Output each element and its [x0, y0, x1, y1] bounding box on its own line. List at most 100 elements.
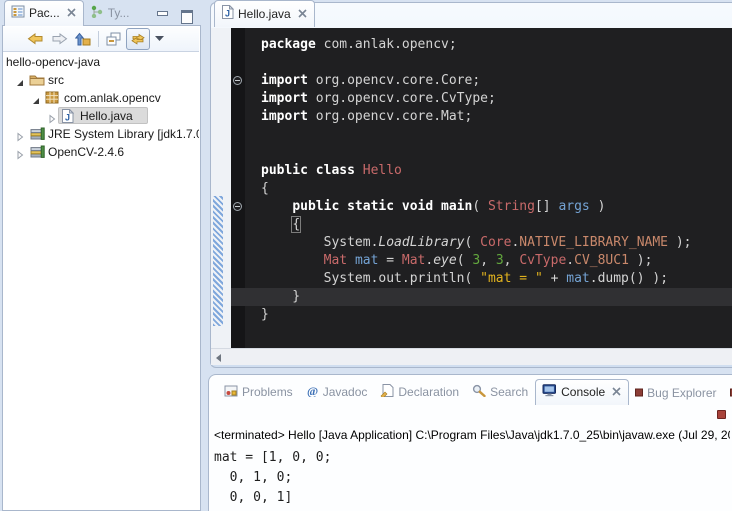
code-token: []: [535, 199, 558, 214]
console-tab-bug[interactable]: Bug: [724, 382, 732, 405]
console-tab-javadoc[interactable]: @Javadoc: [300, 380, 375, 405]
editor-horizontal-scrollbar[interactable]: [211, 348, 732, 365]
console-output-line: 0, 0, 1]: [214, 488, 730, 508]
code-area: package com.anlak.opencv; import org.open…: [245, 28, 732, 348]
scroll-left-arrow-icon[interactable]: [216, 354, 221, 362]
console-tab-declaration[interactable]: Declaration: [374, 380, 466, 405]
code-token: import: [261, 73, 308, 88]
code-line: [245, 144, 261, 162]
collapse-all-button[interactable]: [102, 28, 126, 50]
svg-text:@: @: [307, 384, 318, 397]
tab-hello-java[interactable]: J Hello.java: [214, 0, 315, 27]
code-line: {: [245, 216, 300, 234]
svg-text:J: J: [65, 113, 70, 123]
code-token: LoadLibrary: [378, 235, 464, 250]
tree-expand-arrow-icon[interactable]: [47, 111, 57, 121]
view-menu-button[interactable]: [150, 28, 170, 50]
back-button[interactable]: [23, 28, 47, 50]
console-output[interactable]: mat = [1, 0, 0; 0, 1, 0; 0, 0, 1]: [214, 448, 730, 510]
code-token: NATIVE_LIBRARY_NAME: [519, 235, 668, 250]
code-line: {: [245, 180, 269, 198]
code-editor[interactable]: package com.anlak.opencv; import org.open…: [211, 28, 732, 348]
code-token: (: [457, 253, 473, 268]
library-icon: [29, 127, 45, 141]
package-explorer-icon: [11, 5, 25, 21]
code-token: {: [292, 217, 300, 232]
close-icon[interactable]: [612, 385, 621, 399]
code-token: .: [566, 253, 574, 268]
tree-item-jre-system-library-jdk1-7-0[interactable]: JRE System Library [jdk1.7.0: [3, 125, 199, 143]
fold-collapse-icon[interactable]: [233, 202, 242, 211]
code-token: }: [261, 307, 269, 322]
code-token: args: [558, 199, 589, 214]
tree-item-com-anlak-opencv[interactable]: com.anlak.opencv: [3, 89, 199, 107]
code-token: ,: [480, 253, 496, 268]
tree-expand-arrow-icon[interactable]: [15, 129, 25, 139]
tree-item-opencv-2-4-6[interactable]: OpenCV-2.4.6: [3, 143, 199, 161]
console-tab-search[interactable]: Search: [466, 380, 535, 405]
package-icon: [45, 91, 61, 105]
tab-type-hierarchy[interactable]: Ty...: [84, 1, 137, 26]
tree-item-label: OpenCV-2.4.6: [48, 143, 124, 161]
code-token: ,: [504, 253, 520, 268]
code-token: "mat = ": [480, 271, 543, 286]
code-token: com.anlak.opencv;: [316, 37, 457, 52]
code-token: [347, 253, 355, 268]
code-token: Mat: [324, 253, 347, 268]
code-token: CvType: [519, 253, 566, 268]
code-token: import: [261, 91, 308, 106]
close-icon[interactable]: [67, 6, 76, 20]
console-status-line: <terminated> Hello [Java Application] C:…: [214, 428, 730, 444]
tree-item-src[interactable]: src: [3, 71, 199, 89]
code-token: =: [378, 253, 401, 268]
link-with-editor-button[interactable]: [126, 28, 150, 50]
tree-item-label: src: [48, 71, 64, 89]
console-tab-row: Problems @Javadoc Declaration Search Console…: [218, 378, 732, 405]
minimize-button[interactable]: [148, 8, 169, 26]
code-token: [355, 163, 363, 178]
code-line: import org.opencv.core.Core;: [245, 72, 480, 90]
code-token: org.opencv.core.Mat;: [308, 109, 472, 124]
code-token: import: [261, 109, 308, 124]
close-icon[interactable]: [298, 7, 307, 21]
console-tab-console[interactable]: Console: [535, 379, 629, 405]
tree-expand-arrow-icon[interactable]: [15, 147, 25, 157]
code-token: package: [261, 37, 316, 52]
console-icon: [542, 384, 557, 400]
code-token: }: [261, 289, 300, 304]
code-line: import org.opencv.core.Mat;: [245, 108, 472, 126]
code-token: Core: [480, 235, 511, 250]
code-line: import org.opencv.core.CvType;: [245, 90, 496, 108]
forward-button[interactable]: [47, 28, 71, 50]
code-token: 3: [472, 253, 480, 268]
code-token: +: [543, 271, 566, 286]
tree-item-hello-java[interactable]: J Hello.java: [3, 107, 199, 125]
code-line: public class Hello: [245, 162, 402, 180]
fold-collapse-icon[interactable]: [233, 76, 242, 85]
console-tab-problems[interactable]: Problems: [218, 380, 300, 405]
console-tab-label: Search: [490, 385, 528, 399]
problems-icon: [224, 384, 238, 400]
remove-launch-icon[interactable]: [717, 410, 726, 419]
console-tab-label: Problems: [242, 385, 293, 399]
tree-collapse-arrow-icon[interactable]: [15, 75, 25, 85]
code-line: public static void main( String[] args ): [245, 198, 605, 216]
tree-item-hello-opencv-java[interactable]: hello-opencv-java: [3, 53, 199, 71]
console-tab-bug-explorer[interactable]: Bug Explorer: [629, 382, 723, 405]
tab-package-explorer[interactable]: Pac...: [4, 0, 84, 26]
tree-collapse-arrow-icon[interactable]: [31, 93, 41, 103]
code-token: ): [590, 199, 606, 214]
code-line: Mat mat = Mat.eye( 3, 3, CvType.CV_8UC1 …: [245, 252, 652, 270]
console-tab-label: Declaration: [398, 385, 459, 399]
maximize-button[interactable]: [172, 8, 193, 26]
console-toolbar: [210, 406, 732, 426]
svg-text:J: J: [225, 9, 230, 19]
eclipse-workbench: { "package_explorer": { "tab_package_lab…: [0, 0, 732, 511]
code-line: }: [245, 288, 300, 306]
tree-item-label: com.anlak.opencv: [64, 89, 161, 107]
code-line: System.LoadLibrary( Core.NATIVE_LIBRARY_…: [245, 234, 692, 252]
range-indicator: [213, 196, 223, 326]
tree-item-label: Hello.java: [80, 107, 133, 125]
up-button[interactable]: [71, 28, 95, 50]
toolbar-separator: [98, 31, 99, 47]
